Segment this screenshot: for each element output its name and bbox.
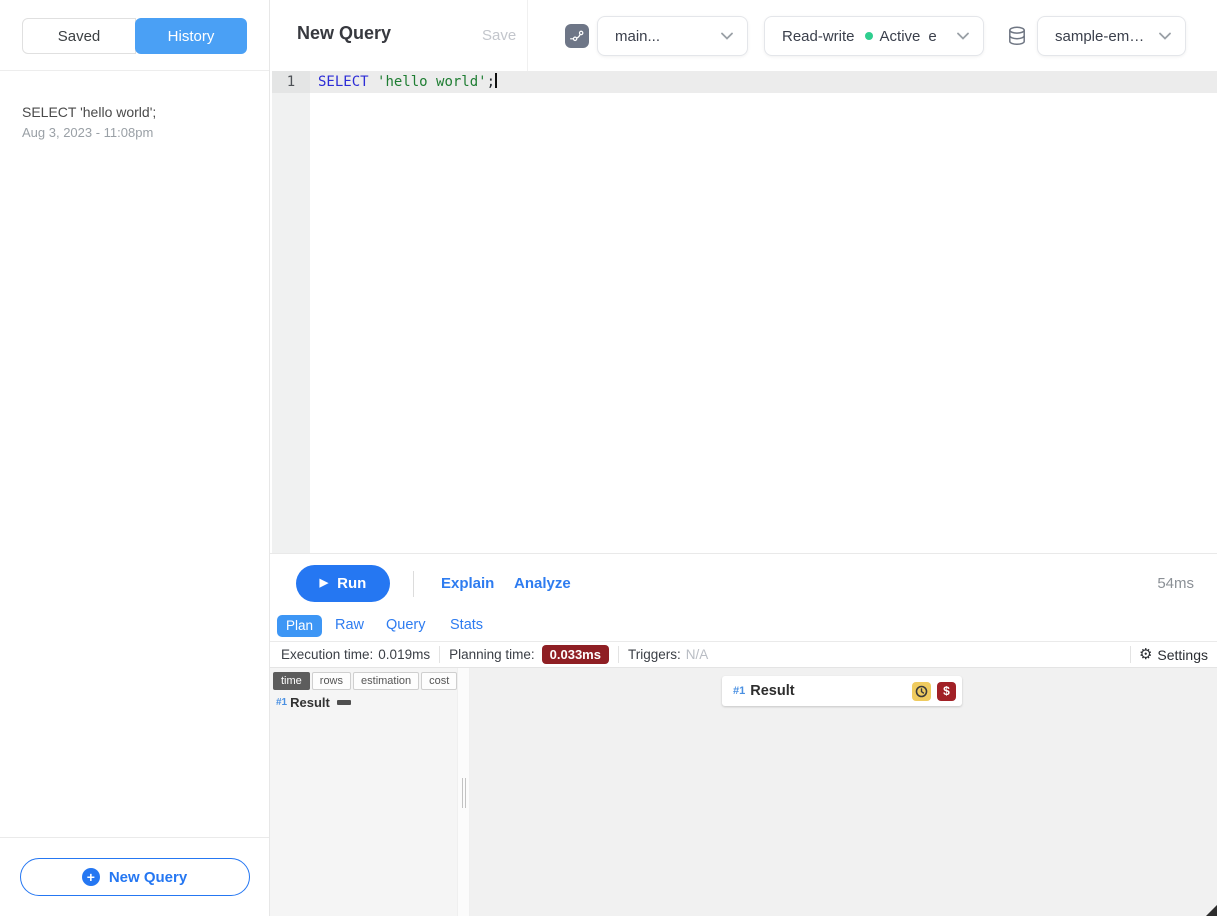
toolbar-divider (413, 571, 414, 597)
node-badges: $ (912, 682, 956, 701)
save-button[interactable]: Save (482, 27, 516, 44)
branch-select-value: main... (615, 28, 660, 45)
metric-tab-time[interactable]: time (273, 672, 310, 690)
planning-time-label: Planning time: (449, 647, 535, 662)
new-query-button[interactable]: + New Query (20, 858, 250, 896)
text-cursor (495, 73, 497, 88)
metric-tab-cost[interactable]: cost (421, 672, 457, 690)
branch-select[interactable]: main... (597, 16, 748, 56)
branch-icon (565, 24, 589, 48)
gear-icon: ⚙ (1139, 647, 1152, 662)
database-select-value: sample-emplo... (1055, 28, 1149, 45)
run-button-label: Run (337, 575, 366, 592)
new-query-button-label: New Query (109, 869, 187, 886)
endpoint-name-truncated: e (928, 28, 936, 45)
sidebar-header: Saved History (0, 0, 269, 71)
database-icon (1006, 25, 1028, 47)
run-button[interactable]: ▶ Run (296, 565, 390, 602)
slow-time-badge (912, 682, 931, 701)
database-select[interactable]: sample-emplo... (1037, 16, 1186, 56)
analyze-button[interactable]: Analyze (514, 575, 571, 592)
tab-saved[interactable]: Saved (22, 18, 136, 54)
tab-plan[interactable]: Plan (277, 615, 322, 637)
tab-history[interactable]: History (135, 18, 247, 54)
planning-time-badge: 0.033ms (542, 645, 609, 664)
tab-query[interactable]: Query (386, 617, 426, 633)
stats-divider (439, 646, 440, 663)
active-status-dot-icon (865, 32, 873, 40)
window-resize-handle[interactable] (1206, 905, 1217, 916)
time-bar-indicator (337, 700, 351, 705)
metric-tab-estimation[interactable]: estimation (353, 672, 419, 690)
sql-string-literal: 'hello world' (377, 74, 487, 90)
code-line: SELECT 'hello world'; (318, 71, 497, 93)
plan-panel-resizer[interactable] (457, 668, 470, 916)
run-toolbar: ▶ Run Explain Analyze 54ms (270, 553, 1217, 612)
execution-time-value: 0.019ms (378, 647, 430, 662)
history-item-timestamp: Aug 3, 2023 - 11:08pm (22, 125, 247, 140)
history-item-query: SELECT 'hello world'; (22, 104, 247, 120)
sidebar-footer: + New Query (0, 837, 269, 916)
node-index: #1 (733, 685, 745, 697)
resizer-grip-icon (462, 778, 463, 808)
resizer-grip-icon (465, 778, 466, 808)
settings-label: Settings (1157, 647, 1208, 663)
metric-tab-rows[interactable]: rows (312, 672, 351, 690)
query-duration: 54ms (1157, 575, 1194, 592)
endpoint-select[interactable]: Read-write Active e (764, 16, 984, 56)
sql-keyword: SELECT (318, 74, 369, 90)
endpoint-role: Read-write (782, 28, 855, 45)
tab-stats[interactable]: Stats (450, 617, 483, 633)
play-icon: ▶ (320, 578, 328, 589)
plan-tree-panel: time rows estimation cost #1 Result (270, 668, 457, 916)
tab-raw[interactable]: Raw (335, 617, 364, 633)
node-name: Result (750, 683, 794, 699)
stats-divider (618, 646, 619, 663)
history-list-item[interactable]: SELECT 'hello world'; Aug 3, 2023 - 11:0… (0, 71, 269, 140)
editor-topbar: New Query Save main... Read-write Active… (270, 0, 1217, 71)
result-tabs: Plan Raw Query Stats (270, 612, 1217, 641)
triggers-label: Triggers: (628, 647, 681, 662)
endpoint-status: Active (880, 28, 921, 45)
node-index: #1 (276, 697, 287, 708)
execution-time-label: Execution time: (281, 647, 373, 662)
dollar-icon: $ (943, 684, 950, 698)
stats-divider (1130, 646, 1131, 663)
plan-tree-row[interactable]: #1 Result (276, 695, 351, 710)
triggers-value: N/A (686, 647, 709, 662)
chevron-down-icon (711, 32, 733, 40)
plan-stats-bar: Execution time: 0.019ms Planning time: 0… (270, 641, 1217, 668)
explain-button[interactable]: Explain (441, 575, 494, 592)
query-sidebar: Saved History SELECT 'hello world'; Aug … (0, 0, 270, 916)
settings-button[interactable]: ⚙ Settings (1139, 642, 1208, 667)
editor-gutter (272, 71, 310, 553)
sql-punctuation: ; (487, 74, 495, 90)
plus-circle-icon: + (82, 868, 100, 886)
sql-editor[interactable]: 1 SELECT 'hello world'; (270, 71, 1217, 553)
page-title: New Query (297, 23, 391, 44)
plan-diagram-panel: #1 Result $ (470, 668, 1217, 916)
line-number: 1 (272, 71, 310, 93)
high-cost-badge: $ (937, 682, 956, 701)
plan-node-result[interactable]: #1 Result $ (722, 676, 962, 706)
node-name: Result (290, 695, 330, 710)
plan-metric-tabs: time rows estimation cost (273, 672, 457, 690)
saved-history-segmented-control: Saved History (22, 18, 247, 54)
topbar-divider (527, 0, 528, 71)
chevron-down-icon (1149, 32, 1171, 40)
chevron-down-icon (947, 32, 969, 40)
